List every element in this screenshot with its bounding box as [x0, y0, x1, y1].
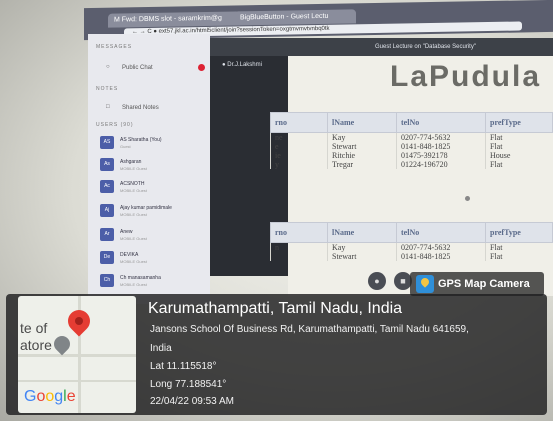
- table-row: Stewart 0141-848-1825 Flat: [270, 252, 553, 261]
- slide-title: LaPudula: [390, 60, 542, 93]
- user-name: Ajay kumar pamidimale: [120, 205, 172, 211]
- user-sub: MOBILE Guest: [120, 282, 147, 287]
- section-messages: MESSAGES: [96, 44, 133, 50]
- avatar: Ac: [100, 180, 114, 193]
- user-sub: MOBILE Guest: [120, 188, 147, 193]
- user-sub: MOBILE Guest: [120, 212, 147, 217]
- avatar: AS: [100, 136, 114, 149]
- mic-icon: ●: [368, 272, 386, 290]
- presenter-name: ● Dr.J.Lakshmi: [222, 62, 262, 68]
- gps-map-camera-icon: [416, 275, 434, 293]
- gps-brand-label: GPS Map Camera: [438, 278, 530, 290]
- section-notes: NOTES: [96, 86, 119, 92]
- google-logo: Google: [24, 388, 76, 405]
- user-sub: Guest: [120, 144, 131, 149]
- avatar: Ar: [100, 228, 114, 241]
- user-sub: MOBILE Guest: [120, 259, 147, 264]
- browser-tab-bbb: BigBlueButton - Guest Lectu: [234, 9, 356, 26]
- map-thumbnail: te of atore Google: [18, 296, 136, 413]
- map-pin-icon: [63, 305, 95, 337]
- chat-icon: ○: [106, 64, 110, 70]
- slide-bullet: [465, 196, 470, 201]
- user-sub: MOBILE Guest: [120, 236, 147, 241]
- avatar: As: [100, 158, 114, 171]
- map-label: te of: [20, 320, 48, 336]
- user-sub: MOBILE Guest: [120, 166, 147, 171]
- section-users: USERS (90): [96, 122, 134, 128]
- public-chat-label: Public Chat: [122, 65, 153, 71]
- notes-icon: □: [106, 104, 110, 110]
- address-line: India: [150, 343, 172, 354]
- participant-panel: MESSAGES ○ Public Chat NOTES □ Shared No…: [88, 34, 210, 304]
- browser-tab-gmail: M Fwd: DBMS slot - saramkrim@g: [108, 11, 240, 28]
- avatar: Ch: [100, 274, 114, 287]
- notification-dot: [198, 64, 205, 71]
- photo: M Fwd: DBMS slot - saramkrim@g BigBlueBu…: [0, 0, 553, 421]
- user-name: Ch manasamanha: [120, 275, 161, 281]
- user-name: AS Sharatha (You): [120, 137, 162, 143]
- table-header: lName: [327, 112, 397, 133]
- table-header: prefType: [485, 222, 553, 243]
- map-label: atore: [20, 337, 52, 353]
- user-name: Ashgaran: [120, 159, 142, 165]
- shared-notes-label: Shared Notes: [122, 105, 159, 111]
- table-header: rno: [270, 222, 328, 243]
- datetime: 22/04/22 09:53 AM: [150, 396, 234, 407]
- longitude: Long 77.188541°: [150, 379, 227, 390]
- table-header: rno: [270, 112, 328, 133]
- slide-table-bottom: rno lName telNo prefType n Kay 0207-774-56…: [270, 222, 553, 261]
- map-pin-grey-icon: [50, 332, 74, 356]
- avatar: Aj: [100, 204, 114, 217]
- lecture-title: Guest Lecture on "Database Security": [375, 44, 476, 50]
- table-row: e Stewart 0141-848-1825 Flat: [270, 142, 553, 151]
- table-row: n Kay 0207-774-5632 Flat: [270, 242, 553, 252]
- table-row: ne Kay 0207-774-5632 Flat: [270, 132, 553, 142]
- table-header: lName: [327, 222, 397, 243]
- user-name: DEVIKA: [120, 252, 139, 258]
- table-header: telNo: [396, 222, 486, 243]
- user-name: Anew: [120, 229, 133, 235]
- latitude: Lat 11.115518°: [150, 361, 217, 372]
- table-header: prefType: [485, 112, 553, 133]
- table-header: telNo: [396, 112, 486, 133]
- user-name: ACSNOTH: [120, 181, 145, 187]
- place-name: Karumathampatti, Tamil Nadu, India: [148, 300, 403, 317]
- table-row: y Tregar 01224-196720 Flat: [270, 160, 553, 169]
- avatar: De: [100, 251, 114, 264]
- address-line: Jansons School Of Business Rd, Karumatha…: [150, 324, 469, 335]
- slide-table-top: rno lName telNo prefType ne Kay 0207-774-5…: [270, 112, 553, 169]
- table-row: ie Ritchie 01475-392178 House: [270, 151, 553, 160]
